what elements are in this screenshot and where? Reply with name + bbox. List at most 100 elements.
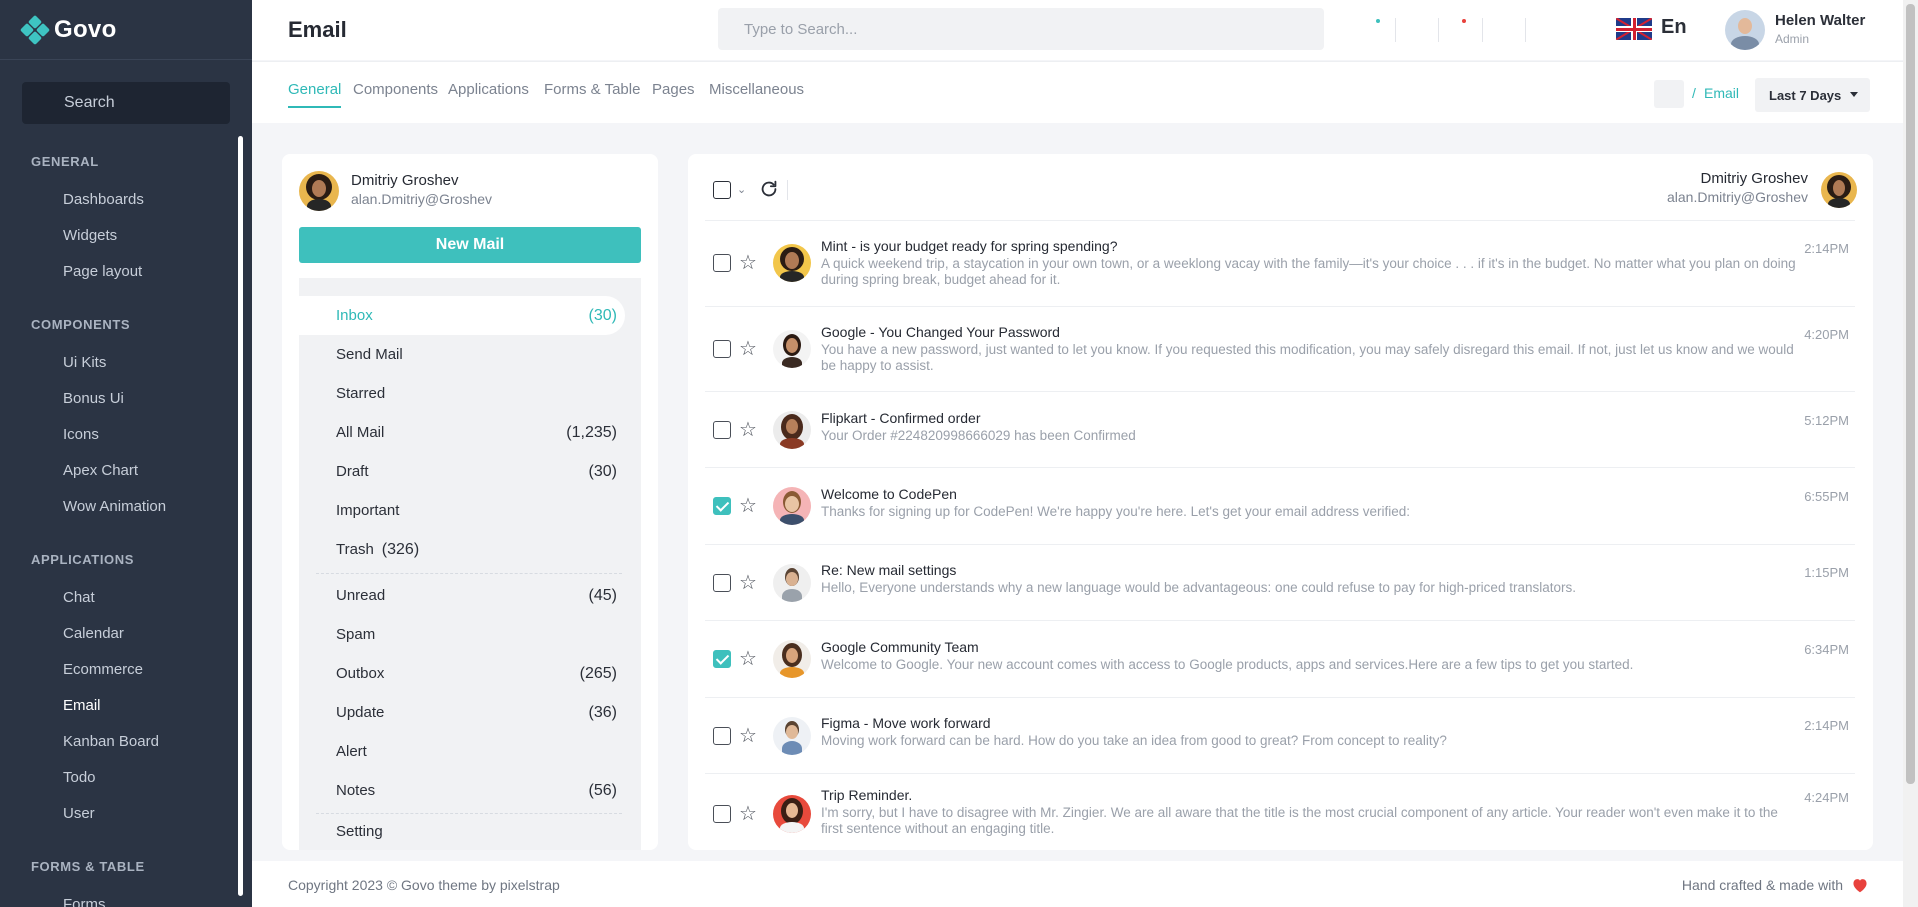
sidebar-item-calendar[interactable]: Calendar — [0, 615, 252, 651]
folder-important[interactable]: Important — [299, 491, 625, 530]
mail-row[interactable]: ☆ Welcome to CodePen Thanks for signing … — [705, 468, 1855, 545]
sidebar-item-page-layout[interactable]: Page layout — [0, 253, 252, 289]
star-icon[interactable]: ☆ — [739, 339, 757, 359]
folder-label: Starred — [336, 385, 386, 402]
sidebar-item-ecommerce[interactable]: Ecommerce — [0, 651, 252, 687]
mail-checkbox[interactable] — [713, 727, 731, 745]
mail-row[interactable]: ☆ Mint - is your budget ready for spring… — [705, 221, 1855, 307]
date-range-dropdown[interactable]: Last 7 Days — [1755, 78, 1870, 112]
folder-count: (45) — [588, 586, 617, 604]
folder-alert[interactable]: Alert — [299, 732, 625, 771]
folder-draft[interactable]: Draft (30) — [299, 452, 625, 491]
sidebar-item-dashboards[interactable]: Dashboards — [0, 181, 252, 217]
folder-inbox[interactable]: Inbox (30) — [299, 296, 625, 335]
folder-notes[interactable]: Notes (56) — [299, 771, 625, 810]
scrollbar-thumb[interactable] — [1906, 4, 1915, 784]
sidebar-item-widgets[interactable]: Widgets — [0, 217, 252, 253]
sidebar-item-wow-animation[interactable]: Wow Animation — [0, 488, 252, 524]
tab-general[interactable]: General — [288, 81, 342, 108]
mail-subject: Mint - is your budget ready for spring s… — [821, 238, 1118, 254]
sidebar-scrollbar[interactable] — [238, 136, 243, 896]
star-icon[interactable]: ☆ — [739, 649, 757, 669]
star-icon[interactable]: ☆ — [739, 420, 757, 440]
uk-flag-icon[interactable] — [1616, 18, 1652, 40]
sender-avatar — [773, 717, 811, 755]
folder-spam[interactable]: Spam — [299, 615, 625, 654]
mail-checkbox[interactable] — [713, 421, 731, 439]
star-icon[interactable]: ☆ — [739, 804, 757, 824]
tab-pages[interactable]: Pages — [652, 81, 695, 106]
sidebar-item-todo[interactable]: Todo — [0, 759, 252, 795]
mail-checkbox[interactable] — [713, 254, 731, 272]
chevron-down-icon[interactable]: ⌄ — [737, 183, 746, 196]
header-divider — [1482, 18, 1483, 42]
language-selector[interactable]: En — [1661, 16, 1687, 39]
mail-time: 6:34PM — [1804, 642, 1849, 657]
header-divider — [1438, 18, 1439, 42]
user-name[interactable]: Helen Walter — [1775, 12, 1865, 29]
tab-components[interactable]: Components — [353, 81, 438, 106]
folder-starred[interactable]: Starred — [299, 374, 625, 413]
folder-trash[interactable]: Trash (326) — [299, 530, 625, 569]
mail-owner-avatar — [1821, 172, 1857, 208]
folder-count: (30) — [588, 462, 617, 480]
star-icon[interactable]: ☆ — [739, 573, 757, 593]
sidebar-item-user[interactable]: User — [0, 795, 252, 831]
refresh-icon[interactable] — [758, 178, 780, 200]
mail-subject: Welcome to CodePen — [821, 486, 957, 502]
mail-checkbox[interactable] — [713, 340, 731, 358]
home-icon[interactable] — [1654, 80, 1684, 108]
tab-applications[interactable]: Applications — [448, 81, 529, 106]
new-mail-button[interactable]: New Mail — [299, 227, 641, 263]
sidebar-item-chat[interactable]: Chat — [0, 579, 252, 615]
folder-outbox[interactable]: Outbox (265) — [299, 654, 625, 693]
star-icon[interactable]: ☆ — [739, 253, 757, 273]
mail-time: 1:15PM — [1804, 565, 1849, 580]
mail-subject: Figma - Move work forward — [821, 715, 991, 731]
tab-forms-table[interactable]: Forms & Table — [544, 81, 640, 106]
sidebar-item-bonus-ui[interactable]: Bonus Ui — [0, 380, 252, 416]
folder-all-mail[interactable]: All Mail (1,235) — [299, 413, 625, 452]
folder-label: Unread — [336, 587, 386, 604]
logo[interactable]: Govo — [0, 0, 252, 60]
breadcrumb[interactable]: Email — [1704, 85, 1739, 101]
made-with-label: Hand crafted & made with — [1681, 877, 1843, 893]
mail-row[interactable]: ☆ Figma - Move work forward Moving work … — [705, 698, 1855, 774]
alert-dot-icon — [1462, 19, 1466, 23]
mail-row[interactable]: ☆ Trip Reminder. I'm sorry, but I have t… — [705, 774, 1855, 850]
mail-folders-panel: Dmitriy Groshev alan.Dmitriy@Groshev New… — [282, 154, 658, 850]
tab-miscellaneous[interactable]: Miscellaneous — [709, 81, 804, 106]
folder-send-mail[interactable]: Send Mail — [299, 335, 625, 374]
page-scrollbar[interactable] — [1903, 0, 1918, 907]
star-icon[interactable]: ☆ — [739, 726, 757, 746]
mail-row[interactable]: ☆ Re: New mail settings Hello, Everyone … — [705, 545, 1855, 621]
star-icon[interactable]: ☆ — [739, 496, 757, 516]
sidebar-item-icons[interactable]: Icons — [0, 416, 252, 452]
mail-row[interactable]: ☆ Google - You Changed Your Password You… — [705, 307, 1855, 392]
mail-checkbox[interactable] — [713, 805, 731, 823]
footer: Copyright 2023 © Govo theme by pixelstra… — [252, 861, 1903, 907]
sidebar-item-email[interactable]: Email — [0, 687, 252, 723]
sender-avatar — [773, 487, 811, 525]
mail-checkbox[interactable] — [713, 497, 731, 515]
sidebar-item-apex-chart[interactable]: Apex Chart — [0, 452, 252, 488]
mail-row[interactable]: ☆ Google Community Team Welcome to Googl… — [705, 621, 1855, 698]
mail-checkbox[interactable] — [713, 574, 731, 592]
mail-checkbox[interactable] — [713, 650, 731, 668]
search-input[interactable]: Type to Search... — [718, 8, 1324, 50]
folder-update[interactable]: Update (36) — [299, 693, 625, 732]
mail-row[interactable]: ☆ Flipkart - Confirmed order Your Order … — [705, 392, 1855, 468]
folder-label: Setting — [336, 823, 383, 840]
folder-unread[interactable]: Unread (45) — [299, 576, 625, 615]
sidebar-item-kanban-board[interactable]: Kanban Board — [0, 723, 252, 759]
select-all-checkbox[interactable] — [713, 181, 731, 199]
folder-setting[interactable]: Setting — [299, 812, 625, 850]
sidebar-item-ui-kits[interactable]: Ui Kits — [0, 344, 252, 380]
folder-label: Notes — [336, 782, 376, 799]
mail-snippet: Thanks for signing up for CodePen! We're… — [821, 504, 1411, 519]
user-avatar[interactable] — [1725, 10, 1765, 50]
folder-label: Alert — [336, 743, 367, 760]
sidebar-search-input[interactable]: Search — [22, 82, 230, 124]
sidebar-item-forms[interactable]: Forms — [0, 886, 252, 907]
mail-time: 5:12PM — [1804, 413, 1849, 428]
